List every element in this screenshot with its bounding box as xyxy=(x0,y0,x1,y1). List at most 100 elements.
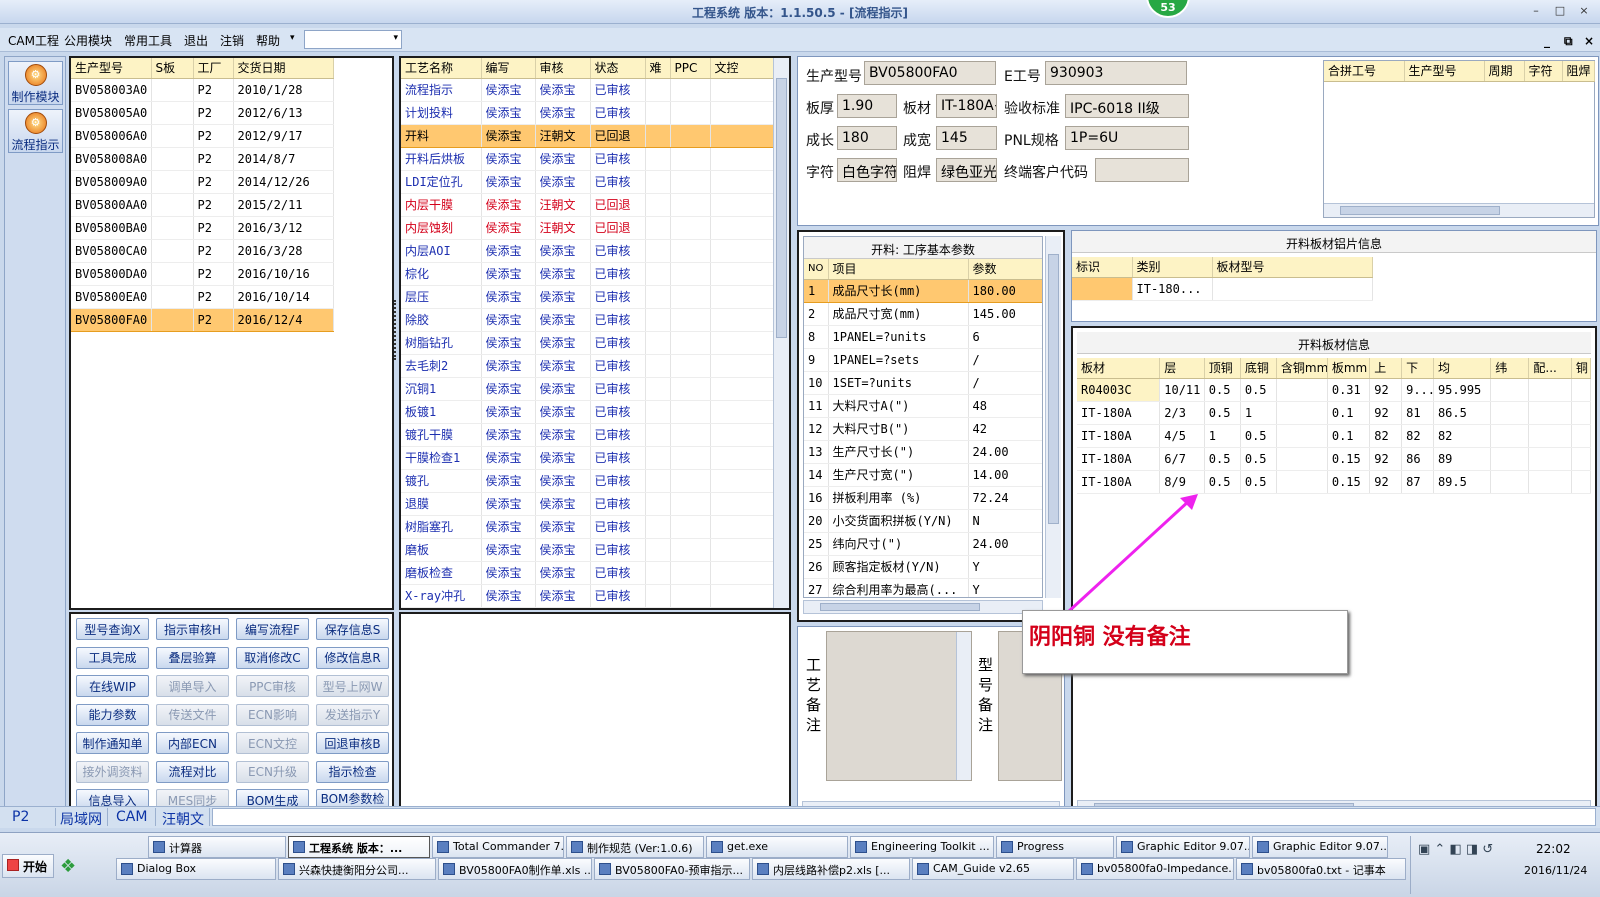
taskbar-button[interactable]: 计算器 xyxy=(148,836,286,858)
menu-common-modules[interactable]: 公用模块 xyxy=(64,32,112,49)
param-row[interactable]: 25 纬向尺寸(") 24.00 xyxy=(804,532,1042,556)
process-row[interactable]: 内层蚀刻 侯添宝 汪朝文 已回退 xyxy=(401,216,774,240)
action-button[interactable]: ECN文控 xyxy=(236,732,309,754)
param-row[interactable]: 9 1PANEL=?sets / xyxy=(804,348,1042,372)
process-row[interactable]: 计划投料 侯添宝 侯添宝 已审核 xyxy=(401,101,774,125)
taskbar-button[interactable]: Graphic Editor 9.07... xyxy=(1116,836,1250,858)
col-header[interactable]: 配... xyxy=(1528,358,1572,379)
col-header[interactable]: PPC xyxy=(670,58,711,79)
process-remark-field[interactable] xyxy=(826,631,972,781)
eno-field[interactable]: 930903 xyxy=(1045,61,1187,85)
model-field[interactable]: BV05800FA0 xyxy=(864,61,996,85)
menu-help[interactable]: 帮助 xyxy=(256,32,280,49)
action-button[interactable]: 编写流程F xyxy=(236,618,309,640)
model-row[interactable]: BV058008A0 P2 2014/8/7 xyxy=(71,147,334,171)
col-header[interactable]: 字符 xyxy=(1524,61,1563,82)
col-header[interactable]: 项目 xyxy=(828,259,969,280)
col-header[interactable]: 生产型号 xyxy=(71,58,152,79)
model-row[interactable]: BV05800CA0 P2 2016/3/28 xyxy=(71,239,334,263)
taskbar-button[interactable]: 制作规范 (Ver:1.0.6) xyxy=(566,836,704,858)
process-row[interactable]: LDI定位孔 侯添宝 侯添宝 已审核 xyxy=(401,170,774,194)
model-row[interactable]: BV05800BA0 P2 2016/3/12 xyxy=(71,216,334,240)
scroll-thumb[interactable] xyxy=(776,78,787,338)
process-row[interactable]: 镀孔 侯添宝 侯添宝 已审核 xyxy=(401,469,774,493)
param-row[interactable]: 14 生产尺寸宽(") 14.00 xyxy=(804,463,1042,487)
action-button[interactable]: 接外调资料 xyxy=(76,760,149,783)
scroll-thumb[interactable] xyxy=(1340,206,1500,215)
taskbar-button[interactable]: BV05800FA0制作单.xls ... xyxy=(438,858,592,880)
col-header[interactable]: 含铜mm xyxy=(1276,358,1328,379)
col-header[interactable]: 审核 xyxy=(535,58,591,79)
menu-tools[interactable]: 常用工具 xyxy=(124,32,172,49)
action-button[interactable]: 制作通知单 xyxy=(76,732,149,754)
process-row[interactable]: 除胶 侯添宝 侯添宝 已审核 xyxy=(401,308,774,332)
maximize-button[interactable]: □ xyxy=(1552,4,1568,18)
col-header[interactable]: 板材型号 xyxy=(1212,257,1373,278)
process-row[interactable]: 内层AOI 侯添宝 侯添宝 已审核 xyxy=(401,239,774,263)
customer-code-field[interactable] xyxy=(1095,158,1189,182)
col-header[interactable]: 下 xyxy=(1401,358,1434,379)
process-row[interactable]: 流程指示 侯添宝 侯添宝 已审核 xyxy=(401,78,774,102)
process-row[interactable]: 退膜 侯添宝 侯添宝 已审核 xyxy=(401,492,774,516)
action-button[interactable]: 指示审核H xyxy=(156,618,229,640)
length-field[interactable]: 180 xyxy=(837,126,897,150)
taskbar-button[interactable]: 兴森快捷衡阳分公司... xyxy=(278,858,436,880)
mdi-minimize-button[interactable]: _ xyxy=(1544,34,1550,48)
param-row[interactable]: 2 成品尺寸宽(mm) 145.00 xyxy=(804,302,1042,326)
process-row[interactable]: 磨板检查 侯添宝 侯添宝 已审核 xyxy=(401,561,774,585)
minimize-button[interactable]: – xyxy=(1528,4,1544,18)
action-button[interactable]: 调单导入 xyxy=(156,675,229,697)
action-button[interactable]: 内部ECN xyxy=(156,732,229,754)
col-header[interactable]: S板 xyxy=(151,58,194,79)
pnl-field[interactable]: 1P=6U xyxy=(1065,126,1189,150)
col-header[interactable]: 板材 xyxy=(1077,358,1161,379)
model-row[interactable]: BV05800AA0 P2 2015/2/11 xyxy=(71,193,334,217)
action-button[interactable]: 在线WIP xyxy=(76,675,149,697)
menu-logout[interactable]: 注销 xyxy=(220,32,244,49)
material-field[interactable]: IT-180A+ xyxy=(936,94,997,118)
taskbar-button[interactable]: Graphic Editor 9.07... xyxy=(1252,836,1388,858)
action-button[interactable]: ECN升级 xyxy=(236,760,309,783)
action-button[interactable]: 指示检查 xyxy=(316,760,389,783)
col-header[interactable]: 难 xyxy=(645,58,671,79)
param-row[interactable]: 1 成品尺寸长(mm) 180.00 xyxy=(804,279,1042,303)
col-header[interactable]: 状态 xyxy=(590,58,646,79)
model-row[interactable]: BV058003A0 P2 2010/1/28 xyxy=(71,78,334,102)
thickness-field[interactable]: 1.90 xyxy=(837,94,897,118)
menu-cam[interactable]: CAM工程 xyxy=(8,32,59,49)
param-row[interactable]: 8 1PANEL=?units 6 xyxy=(804,325,1042,349)
taskbar-button[interactable]: Total Commander 7... xyxy=(432,836,564,858)
mdi-restore-button[interactable]: ⧉ xyxy=(1564,34,1573,49)
param-row[interactable]: 16 拼板利用率 (%) 72.24 xyxy=(804,486,1042,510)
process-row[interactable]: 开料后烘板 侯添宝 侯添宝 已审核 xyxy=(401,147,774,171)
process-row[interactable]: 去毛刺2 侯添宝 侯添宝 已审核 xyxy=(401,354,774,378)
col-header[interactable]: 交货日期 xyxy=(233,58,334,79)
col-header[interactable]: 阻焊 xyxy=(1562,61,1595,82)
process-scrollbar[interactable] xyxy=(773,58,789,608)
param-row[interactable]: 11 大料尺寸A(") 48 xyxy=(804,394,1042,418)
param-row[interactable]: 26 顾客指定板材(Y/N) Y xyxy=(804,555,1042,579)
col-header[interactable]: 参数 xyxy=(968,259,1042,280)
taskbar-button[interactable]: Progress xyxy=(996,836,1114,858)
col-header[interactable]: 周期 xyxy=(1484,61,1525,82)
menu-combo[interactable]: ▾ xyxy=(304,30,402,49)
scroll-thumb[interactable] xyxy=(820,603,980,611)
mdi-close-button[interactable]: × xyxy=(1584,34,1594,48)
model-row[interactable]: BV058005A0 P2 2012/6/13 xyxy=(71,101,334,125)
process-row[interactable]: 内层干膜 侯添宝 汪朝文 已回退 xyxy=(401,193,774,217)
col-header[interactable]: 层 xyxy=(1159,358,1205,379)
col-header[interactable]: 工厂 xyxy=(193,58,234,79)
tray-time[interactable]: 22:02 xyxy=(1536,842,1571,856)
action-button[interactable]: 工具完成 xyxy=(76,646,149,669)
action-button[interactable]: 回退审核B xyxy=(316,732,389,754)
param-row[interactable]: 27 综合利用率为最高(... Y xyxy=(804,578,1042,597)
process-row[interactable]: 板镀1 侯添宝 侯添宝 已审核 xyxy=(401,400,774,424)
action-button[interactable]: 保存信息S xyxy=(316,618,389,640)
scroll-thumb[interactable] xyxy=(1048,254,1059,524)
splitter-handle[interactable] xyxy=(394,300,398,360)
process-row[interactable]: 开料 侯添宝 汪朝文 已回退 xyxy=(401,124,774,148)
start-button[interactable]: 开始 xyxy=(2,854,54,878)
nav-flow-instruction[interactable]: ⚙ 流程指示 xyxy=(8,109,63,153)
taskbar-button[interactable]: CAM_Guide v2.65 xyxy=(912,858,1074,880)
process-row[interactable]: X-ray冲孔 侯添宝 侯添宝 已审核 xyxy=(401,584,774,608)
